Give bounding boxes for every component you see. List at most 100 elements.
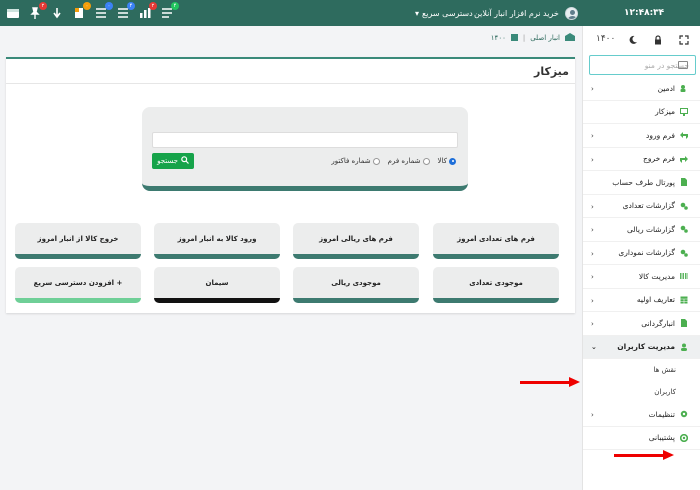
dashboard-panel: میزکار جستجو کالا شماره فرم شماره فاکتور… [6, 57, 575, 313]
chevron-left-icon: ‹ [591, 320, 594, 328]
search-type-radios: کالا شماره فرم شماره فاکتور [331, 157, 456, 165]
quick-button-rial-forms-today[interactable]: فرم های ریالی امروز [293, 223, 419, 259]
table-icon [680, 296, 688, 304]
chevron-left-icon: ‹ [591, 85, 594, 93]
barcode-icon [680, 272, 688, 280]
quick-button-goods-in-today[interactable]: ورود کالا به انبار امروز [154, 223, 280, 259]
cogs-icon [680, 202, 688, 210]
breadcrumb-warehouse[interactable]: انبار اصلی [530, 34, 560, 42]
document-icon[interactable]: ۰ [72, 2, 91, 20]
sidebar-item-rial-reports[interactable]: گزارشات ریالی ‹ [583, 218, 700, 242]
sidebar-item-label: فرم ورود [646, 130, 675, 140]
search-box: جستجو کالا شماره فرم شماره فاکتور [142, 107, 468, 191]
annotation-arrow-icon [614, 450, 674, 460]
quick-button-goods-out-today[interactable]: خروج کالا از انبار امروز [15, 223, 141, 259]
chevron-left-icon: ‹ [591, 273, 594, 281]
quick-button-cement[interactable]: سیمان [154, 267, 280, 303]
quick-button-quantity-stock[interactable]: موجودی تعدادی [433, 267, 559, 303]
quick-button-quantity-forms-today[interactable]: فرم های تعدادی امروز [433, 223, 559, 259]
list-icon[interactable]: ۴ [116, 2, 135, 20]
arrow-head [569, 377, 580, 387]
sidebar-item-label: گزارشات ریالی [627, 224, 675, 234]
buy-software-label: خرید نرم افزار انبار آنلاین [474, 8, 559, 18]
sidebar-item-support[interactable]: پشتیبانی [583, 427, 700, 450]
notification-badge: ۰ [83, 2, 91, 10]
sidebar-item-inventory-count[interactable]: انبارگردانی ‹ [583, 312, 700, 336]
sidebar-item-admin[interactable]: ادمین ‹ [583, 77, 700, 101]
radio-label: کالا [437, 157, 447, 165]
sidebar-item-chart-reports[interactable]: گزارشات نموداری ‹ [583, 242, 700, 265]
avatar [565, 6, 578, 20]
annotation-arrow-icon [520, 377, 580, 387]
sidebar-item-exit-form[interactable]: فرم خروج ‹ [583, 148, 700, 171]
monitor-icon [680, 107, 688, 116]
sidebar-subitem-roles[interactable]: نقش ها [583, 359, 700, 381]
notification-badge: ۲ [149, 2, 157, 10]
sidebar-item-desk[interactable]: میزکار [583, 101, 700, 124]
search-button[interactable]: جستجو [152, 153, 194, 169]
chevron-left-icon: ‹ [591, 202, 594, 211]
radio-product[interactable]: کالا [438, 157, 456, 165]
sidebar-item-settings[interactable]: تنظیمات ‹ [583, 403, 700, 427]
sidebar-item-user-management[interactable]: مدیریت کاربران ⌄ [583, 335, 700, 359]
support-icon [679, 433, 689, 442]
keyboard-icon [678, 61, 688, 69]
pin-icon[interactable]: ۲ [28, 2, 47, 20]
quick-button-add-quick-access[interactable]: + افزودن دسترسی سریع [15, 267, 141, 303]
radio-button[interactable] [422, 157, 430, 165]
top-bar: ۲ ۰ ۰ ۴ ۲ ۴ ▾ دسترسی سریع خرید نرم افزار… [0, 0, 700, 26]
arrow-down-icon[interactable] [50, 6, 64, 20]
sidebar-item-label: فرم خروج [643, 154, 675, 164]
breadcrumb-year[interactable]: ۱۴۰۰ [491, 34, 506, 42]
sidebar-item-entry-form[interactable]: فرم ورود ‹ [583, 124, 700, 148]
chevron-left-icon: ‹ [591, 132, 594, 140]
breadcrumb-separator: | [522, 34, 526, 42]
list-icon[interactable]: ۰ [94, 2, 113, 20]
chevron-down-icon: ⌄ [591, 342, 597, 351]
list-icon[interactable]: ۴ [160, 2, 179, 20]
box-icon[interactable] [6, 6, 20, 20]
fullscreen-icon[interactable] [679, 35, 689, 48]
sidebar-item-label: پورتال طرف حساب [612, 177, 675, 187]
lock-icon[interactable] [653, 35, 663, 48]
chart-icon[interactable]: ۲ [138, 2, 157, 20]
year-selector[interactable]: ۱۴۰۰ [596, 34, 615, 44]
search-input[interactable] [152, 132, 458, 148]
sidebar-menu: ادمین ‹ میزکار فرم ورود ‹ فرم خروج ‹ پور… [583, 77, 700, 450]
chevron-left-icon: ‹ [591, 249, 594, 258]
sidebar-item-label: پشتیبانی [648, 433, 675, 443]
quick-access-menu[interactable]: ▾ دسترسی سریع [415, 0, 473, 26]
sidebar-item-quantity-reports[interactable]: گزارشات تعدادی ‹ [583, 195, 700, 218]
sidebar-item-label: گزارشات نموداری [618, 248, 675, 258]
buy-software-link[interactable]: خرید نرم افزار انبار آنلاین [474, 0, 559, 26]
toolbar-icons: ۲ ۰ ۰ ۴ ۲ ۴ [6, 0, 179, 26]
breadcrumb: انبار اصلی | ۱۴۰۰ [491, 33, 575, 43]
arrow-head [663, 450, 674, 460]
notification-badge: ۴ [171, 2, 179, 10]
radio-form-number[interactable]: شماره فرم [388, 157, 430, 165]
clock-text: ۱۲:۴۸:۳۴ [624, 8, 665, 18]
radio-label: شماره فرم [387, 157, 421, 165]
notification-badge: ۲ [39, 2, 47, 10]
year-label: ۱۴۰۰ [596, 34, 616, 44]
radio-button[interactable] [372, 157, 380, 165]
sidebar-item-label: ادمین [657, 83, 675, 93]
sidebar-item-label: میزکار [655, 107, 675, 117]
radio-invoice-number[interactable]: شماره فاکتور [331, 157, 380, 165]
quick-button-rial-stock[interactable]: موجودی ریالی [293, 267, 419, 303]
sidebar-item-product-management[interactable]: مدیریت کالا ‹ [583, 265, 700, 289]
sidebar-subitem-label: نقش ها [653, 366, 676, 374]
calendar-icon [510, 33, 518, 43]
sidebar-item-definitions[interactable]: تعاریف اولیه ‹ [583, 289, 700, 312]
moon-icon[interactable] [628, 35, 638, 48]
sidebar-subitem-label: کاربران [654, 388, 676, 396]
chevron-left-icon: ‹ [591, 411, 594, 419]
sidebar-item-portal[interactable]: پورتال طرف حساب [583, 171, 700, 195]
users-gear-icon [680, 84, 688, 93]
sidebar-item-label: تعاریف اولیه [636, 295, 675, 305]
chevron-left-icon: ‹ [591, 296, 594, 305]
radio-button[interactable] [449, 157, 456, 165]
user-avatar-button[interactable] [565, 0, 578, 26]
sidebar-subitem-users[interactable]: کاربران [583, 381, 700, 403]
menu-search [589, 55, 696, 75]
